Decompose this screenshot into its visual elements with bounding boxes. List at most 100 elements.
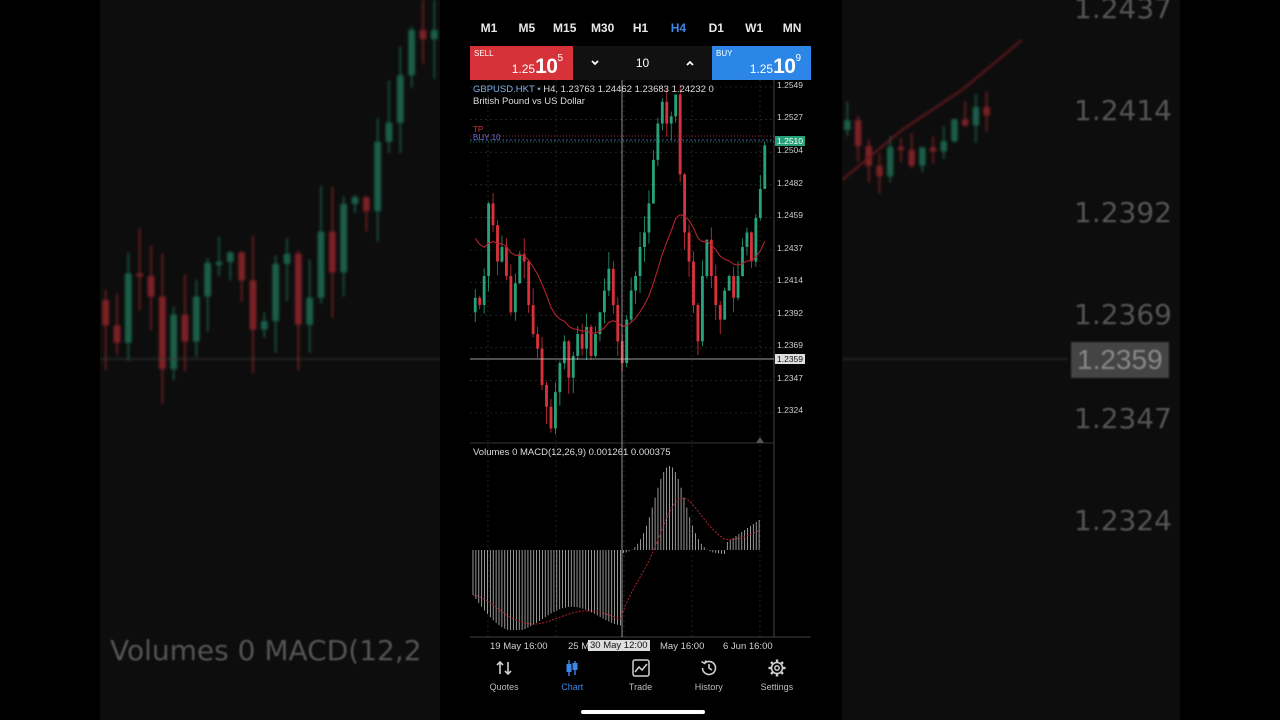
candle-body: [540, 348, 544, 385]
sell-button[interactable]: SELL 1.25105: [470, 46, 573, 80]
decrease-volume-button[interactable]: [587, 55, 603, 71]
background-candle-body: [192, 296, 200, 342]
background-candle-body: [260, 321, 268, 330]
candle-body: [509, 276, 513, 313]
background-candle-body: [113, 325, 121, 343]
price-chart[interactable]: GBPUSD.HKT • H4, 1.23763 1.24462 1.23683…: [470, 80, 811, 654]
y-axis-label: 1.2437: [777, 243, 803, 253]
x-axis-label: 6 Jun 16:00: [723, 641, 773, 652]
timeframe-h4[interactable]: H4: [659, 16, 697, 40]
candle-body: [482, 276, 486, 306]
timeframe-m1[interactable]: M1: [470, 16, 508, 40]
background-price-0: 1.2437: [1074, 0, 1172, 25]
nav-settings[interactable]: Settings: [743, 654, 811, 700]
candle-body: [643, 232, 646, 247]
candle-body: [518, 254, 522, 284]
y-axis-label: 1.2369: [777, 340, 803, 350]
buy-price-pips: 10: [773, 55, 796, 78]
candle-body: [705, 239, 709, 277]
nav-trade-label: Trade: [628, 682, 653, 692]
nav-settings-label: Settings: [760, 682, 794, 692]
background-candle-body: [844, 120, 851, 130]
sell-price-prefix: 1.25: [511, 62, 536, 76]
candle-body: [562, 341, 566, 364]
nav-chart[interactable]: Chart: [538, 654, 606, 700]
background-candle-body: [385, 122, 393, 142]
candle-body: [669, 116, 673, 124]
candle-body: [527, 261, 531, 306]
background-candle-body: [306, 297, 314, 325]
timeframe-w1[interactable]: W1: [735, 16, 773, 40]
background-candle-body: [940, 141, 947, 152]
candle-body: [536, 334, 540, 349]
background-candle-body: [430, 30, 438, 40]
candle-body: [478, 297, 482, 306]
candle-body: [727, 276, 731, 291]
background-candle-body: [147, 276, 155, 297]
background-price-tag: 1.2359: [1071, 342, 1169, 378]
background-price-1: 1.2414: [1074, 94, 1172, 127]
buy-label: BUY: [716, 49, 733, 58]
candle-body: [647, 203, 651, 233]
chart-canvas[interactable]: [470, 80, 811, 654]
crosshair-time-tag: 30 May 12:00: [588, 640, 650, 651]
crosshair-price-tag: 1.2359: [775, 354, 805, 364]
nav-history[interactable]: History: [675, 654, 743, 700]
candle-body: [531, 305, 535, 335]
background-candle-body: [929, 147, 937, 152]
timeframe-m15[interactable]: M15: [546, 16, 584, 40]
home-indicator[interactable]: [581, 710, 705, 714]
volume-value[interactable]: 10: [636, 56, 649, 70]
y-axis-label: 1.2414: [777, 275, 803, 285]
background-candle-body: [408, 30, 416, 76]
background-candle-body: [158, 296, 166, 370]
timeframe-h1[interactable]: H1: [622, 16, 660, 40]
background-candle-body: [897, 146, 905, 150]
candle-body: [758, 188, 762, 218]
candle-body: [718, 305, 722, 320]
background-candle-body: [272, 263, 280, 322]
background-candle-body: [226, 252, 234, 262]
symbol-dot: •: [537, 84, 541, 95]
background-candle-body: [328, 231, 336, 273]
background-candle-body: [124, 273, 132, 343]
nav-chart-label: Chart: [561, 682, 584, 692]
candle-body: [674, 94, 678, 117]
timeframe-m30[interactable]: M30: [584, 16, 622, 40]
background-candle-body: [340, 203, 348, 273]
background-candle-body: [181, 314, 189, 342]
background-left-chart: [100, 0, 440, 405]
candle-body: [714, 276, 718, 306]
trade-icon: [631, 659, 650, 677]
increase-volume-button[interactable]: [682, 55, 698, 71]
timeframe-m5[interactable]: M5: [508, 16, 546, 40]
sell-price-fraction: 5: [557, 53, 563, 64]
symbol-name[interactable]: GBPUSD.HKT: [473, 84, 535, 95]
timeframe-d1[interactable]: D1: [697, 16, 735, 40]
volume-stepper: 10: [573, 46, 712, 80]
candle-body: [549, 406, 553, 429]
y-axis-label: 1.2324: [777, 405, 803, 415]
candle-body: [567, 341, 571, 378]
y-axis-label: 1.2482: [777, 178, 803, 188]
history-icon: [700, 660, 716, 676]
background-candle-body: [362, 197, 370, 212]
y-axis-label: 1.2504: [777, 145, 803, 155]
background-candle-body: [204, 262, 212, 297]
symbol-info: GBPUSD.HKT • H4, 1.23763 1.24462 1.23683…: [473, 84, 714, 95]
timeframe-mn[interactable]: MN: [773, 16, 811, 40]
nav-trade[interactable]: Trade: [606, 654, 674, 700]
candle-body: [545, 384, 548, 407]
candle-body: [634, 276, 638, 291]
candle-body: [553, 392, 557, 429]
background-candle-body: [317, 231, 325, 298]
ohlc-values: H4, 1.23763 1.24462 1.23683 1.24232 0: [543, 84, 714, 95]
sell-price-pips: 10: [535, 55, 558, 78]
buy-price-prefix: 1.25: [749, 62, 774, 76]
nav-quotes[interactable]: Quotes: [470, 654, 538, 700]
candle-body: [611, 268, 615, 306]
buy-button[interactable]: BUY 1.25109: [712, 46, 811, 80]
candle-body: [660, 101, 664, 124]
quotes-icon: [496, 660, 512, 676]
candle-body: [491, 203, 495, 226]
